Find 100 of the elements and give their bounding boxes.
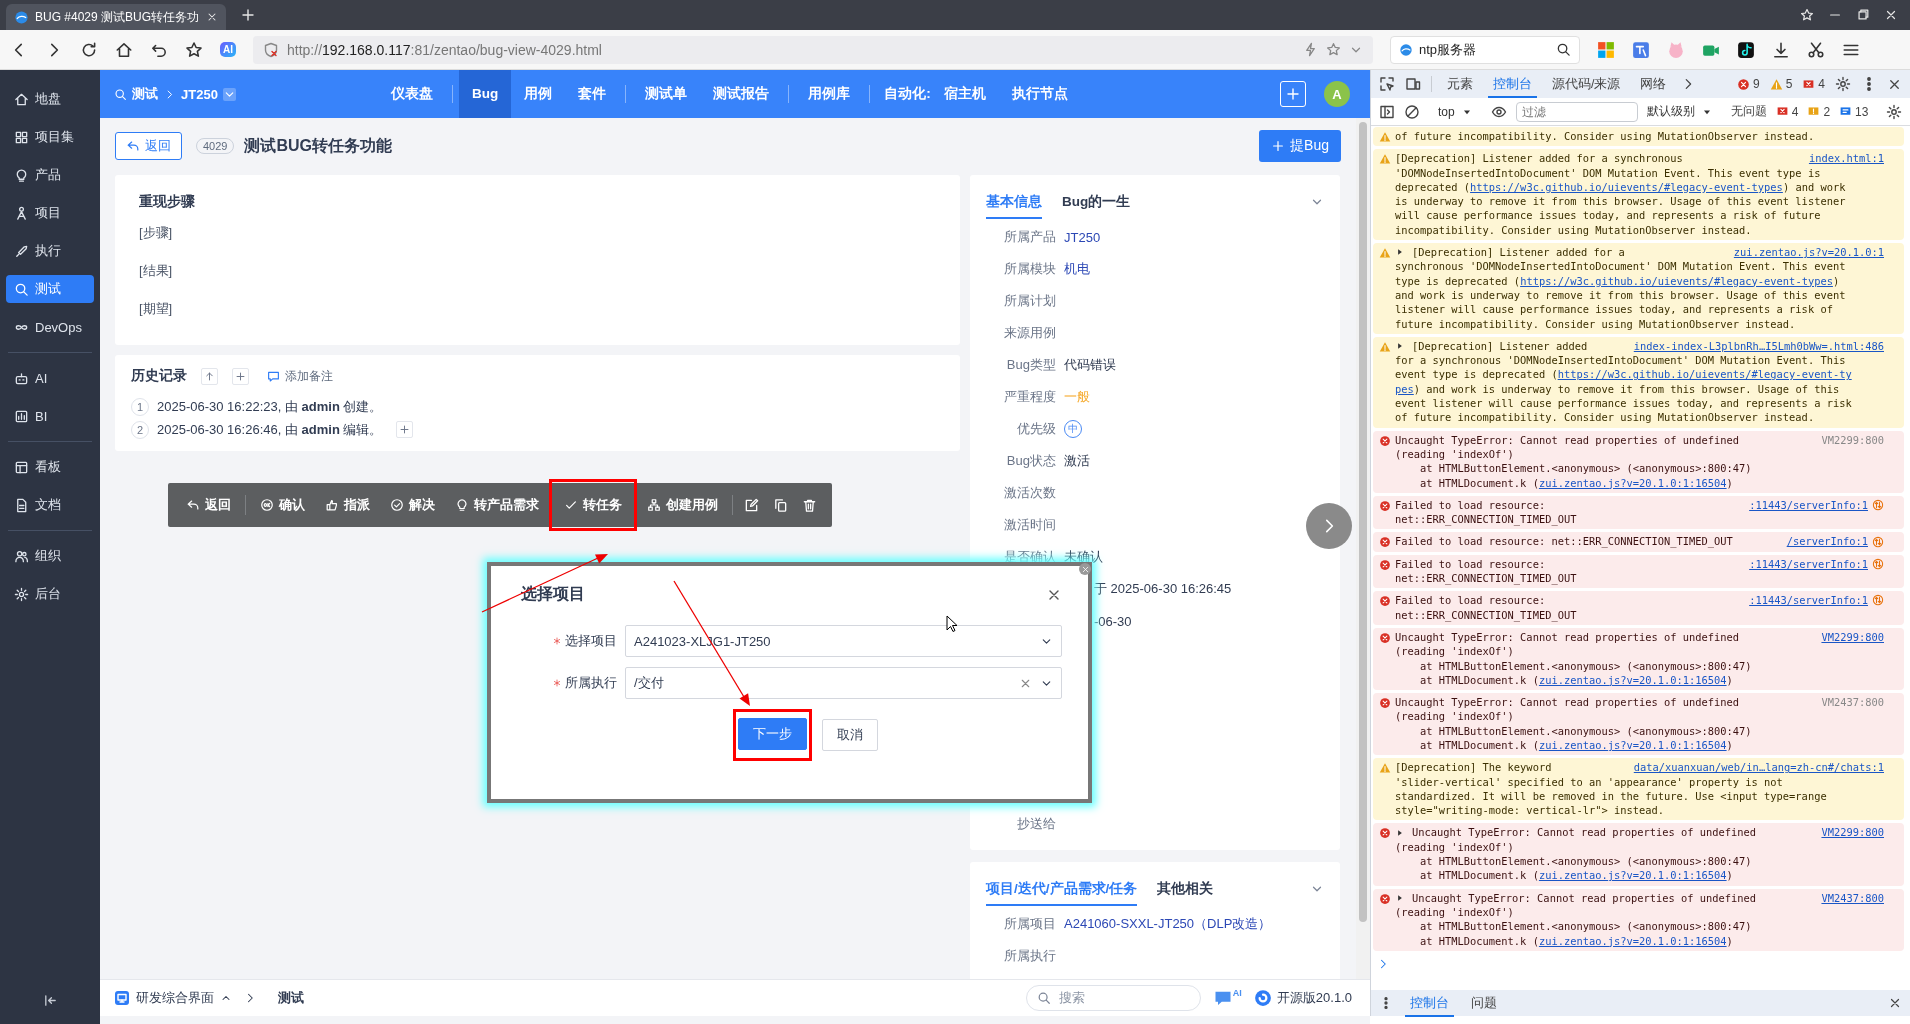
source-link[interactable]: :11443/serverInfo:1 bbox=[1749, 497, 1868, 513]
report-bug-button[interactable]: 提Bug bbox=[1259, 130, 1341, 162]
nav-tab[interactable]: 测试单 bbox=[632, 70, 701, 118]
nav-tab[interactable]: 宿主机 bbox=[930, 70, 999, 118]
squares-icon[interactable] bbox=[1597, 40, 1615, 59]
scissors-icon[interactable] bbox=[1807, 40, 1825, 59]
toolbar-button[interactable]: 返回 bbox=[176, 489, 241, 521]
source-link[interactable]: VM2437:800 bbox=[1821, 890, 1884, 905]
breadcrumb-link[interactable]: 测试 bbox=[114, 85, 158, 103]
field-link[interactable]: A241060-SXXL-JT250（DLP改造） bbox=[1064, 915, 1272, 933]
sidebar-item[interactable]: 产品 bbox=[6, 161, 94, 189]
source-link[interactable]: :11443/serverInfo:1 bbox=[1749, 593, 1868, 608]
sidebar-item[interactable]: 项目集 bbox=[6, 123, 94, 151]
drawer-tab[interactable]: 问题 bbox=[1466, 989, 1502, 1017]
drawer-tab[interactable]: 控制台 bbox=[1405, 989, 1454, 1017]
source-link[interactable]: index.html:1 bbox=[1808, 151, 1884, 166]
close-icon[interactable] bbox=[206, 11, 218, 23]
source-link[interactable]: VM2299:800 bbox=[1821, 825, 1884, 840]
sidebar-item[interactable]: 测试 bbox=[6, 275, 94, 303]
dismiss-button[interactable] bbox=[1079, 563, 1091, 575]
source-link[interactable]: zui.zentao.js?v=20.1.0:1 bbox=[1733, 245, 1884, 260]
nav-tab[interactable]: 仪表盘 bbox=[378, 70, 446, 118]
network-icon[interactable] bbox=[1872, 498, 1884, 511]
reload-icon[interactable] bbox=[80, 40, 98, 59]
sidebar-item[interactable]: 看板 bbox=[6, 453, 94, 481]
message-link[interactable]: zui.zentao.js?v=20.1.0:1:16504 bbox=[1538, 739, 1727, 751]
add-note-link[interactable]: 添加备注 bbox=[267, 367, 333, 385]
inspect-icon[interactable] bbox=[1379, 76, 1395, 92]
nav-tab[interactable]: 用例 bbox=[511, 70, 566, 118]
next-button[interactable]: 下一步 bbox=[738, 718, 807, 750]
panel-tab[interactable]: Bug的一生 bbox=[1062, 185, 1131, 219]
level-selector[interactable]: 默认级别 bbox=[1646, 103, 1713, 120]
toolbar-button[interactable]: 解决 bbox=[380, 489, 445, 521]
scrollbar[interactable] bbox=[1356, 118, 1370, 979]
sidebar-item[interactable]: 后台 bbox=[6, 580, 94, 608]
message-link[interactable]: https://w3c.github.io/uievents/#legacy-event-types bbox=[1470, 180, 1783, 193]
toolbar-button[interactable]: 转产品需求 bbox=[445, 489, 549, 521]
count-badge[interactable]: 5 bbox=[1769, 77, 1793, 91]
toolbar-button[interactable]: 创建用例 bbox=[637, 489, 728, 521]
nav-tab[interactable]: 执行节点 bbox=[998, 70, 1081, 118]
back-button[interactable]: 返回 bbox=[115, 132, 182, 160]
message-link[interactable]: zui.zentao.js?v=20.1.0:1:16504 bbox=[1538, 934, 1727, 947]
sidebar-item[interactable]: BI bbox=[6, 402, 94, 430]
network-icon[interactable] bbox=[1872, 535, 1884, 548]
devtools-tab[interactable]: 元素 bbox=[1442, 70, 1478, 98]
message-link[interactable]: https://w3c.github.io/uievents/#legacy-event-ty bbox=[1557, 368, 1852, 381]
toolbar-button[interactable]: 转任务 bbox=[554, 489, 632, 521]
nav-tab[interactable]: 套件 bbox=[565, 70, 620, 118]
toolbar-button[interactable]: 指派 bbox=[315, 489, 380, 521]
search-field[interactable]: ntp服务器 bbox=[1390, 35, 1580, 64]
panel-tab[interactable]: 其他相关 bbox=[1157, 872, 1214, 906]
star-icon[interactable] bbox=[1326, 42, 1341, 57]
source-link[interactable]: /serverInfo:1 bbox=[1786, 534, 1868, 549]
translate-icon[interactable] bbox=[1632, 40, 1650, 59]
settings-icon[interactable] bbox=[1835, 76, 1851, 92]
add-button[interactable] bbox=[232, 367, 249, 385]
browser-tab[interactable]: BUG #4029 测试BUG转任务功 bbox=[6, 4, 226, 30]
source-link[interactable]: VM2299:800 bbox=[1821, 629, 1884, 645]
version-link[interactable]: 开源版20.1.0 bbox=[1253, 989, 1352, 1007]
sidebar-item[interactable]: 组织 bbox=[6, 542, 94, 570]
nav-tab[interactable]: Bug bbox=[459, 70, 512, 118]
sidebar-item[interactable]: 文档 bbox=[6, 491, 94, 519]
message-link[interactable]: https://w3c.github.io/uievents/#legacy-event-types bbox=[1520, 274, 1833, 287]
new-tab-icon[interactable] bbox=[240, 7, 256, 23]
panel-tab[interactable]: 项目/迭代/产品需求/任务 bbox=[986, 872, 1138, 906]
sidebar-item[interactable]: 地盘 bbox=[6, 85, 94, 113]
count-badge[interactable]: 4 bbox=[1802, 77, 1825, 91]
source-link[interactable]: data/xuanxuan/web/in…lang=zh-cn#/chats:1 bbox=[1633, 760, 1884, 775]
sort-button[interactable] bbox=[201, 367, 218, 385]
nav-tab[interactable]: 测试报告 bbox=[700, 70, 783, 118]
devtools-tab[interactable]: 网络 bbox=[1635, 70, 1672, 98]
star-icon[interactable] bbox=[185, 40, 203, 59]
network-icon[interactable] bbox=[1872, 557, 1884, 570]
address-field[interactable]: http://192.168.0.117:81/zentao/bug-view-4029.html bbox=[253, 35, 1373, 64]
message-link[interactable]: zui.zentao.js?v=20.1.0:1:16504 bbox=[1538, 869, 1727, 882]
music-note-icon[interactable] bbox=[1737, 40, 1755, 59]
field-link[interactable]: JT250 bbox=[1064, 229, 1101, 245]
message-link[interactable]: zui.zentao.js?v=20.1.0:1:16504 bbox=[1538, 476, 1727, 489]
context-selector[interactable]: top bbox=[1438, 104, 1473, 119]
sidebar-toggle-icon[interactable] bbox=[1379, 103, 1395, 120]
issue-count[interactable]: 2 bbox=[1807, 104, 1831, 119]
sidebar-item[interactable]: AI bbox=[6, 364, 94, 392]
device-icon[interactable] bbox=[1405, 76, 1421, 92]
message-link[interactable]: zui.zentao.js?v=20.1.0:1:16504 bbox=[1538, 673, 1727, 686]
network-icon[interactable] bbox=[1872, 594, 1884, 607]
lightning-icon[interactable] bbox=[1303, 42, 1318, 57]
message-link[interactable]: pes bbox=[1395, 382, 1414, 395]
cancel-button[interactable]: 取消 bbox=[822, 719, 878, 751]
devtools-tab[interactable]: 源代码/来源 bbox=[1547, 70, 1626, 98]
ai-badge[interactable]: AI bbox=[220, 42, 236, 57]
sidebar-item[interactable]: 项目 bbox=[6, 199, 94, 227]
bookmark-icon[interactable] bbox=[1800, 8, 1814, 22]
clear-icon[interactable] bbox=[1404, 103, 1420, 120]
settings-icon[interactable] bbox=[1886, 103, 1903, 120]
toolbar-button[interactable]: 确认 bbox=[250, 489, 315, 521]
source-link[interactable]: :11443/serverInfo:1 bbox=[1749, 556, 1868, 571]
close-icon[interactable] bbox=[1884, 8, 1898, 22]
workspace-menu[interactable]: 研发综合界面 bbox=[114, 989, 232, 1007]
field-link[interactable]: 机电 bbox=[1064, 260, 1090, 278]
issue-count[interactable]: 4 bbox=[1775, 104, 1799, 119]
